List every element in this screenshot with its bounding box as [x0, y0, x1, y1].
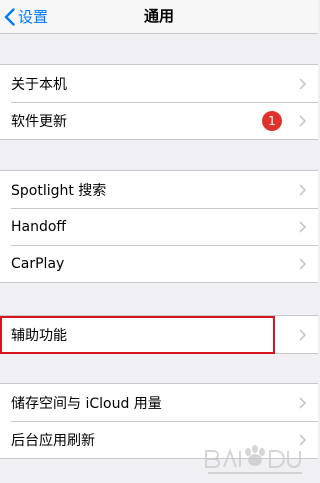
- chevron-right-icon: [299, 328, 306, 341]
- update-count-badge: 1: [262, 110, 282, 131]
- navigation-bar: 设置 通用: [0, 0, 318, 34]
- settings-group-about: 关于本机 软件更新 1: [0, 64, 318, 140]
- settings-row-storage-icloud[interactable]: 储存空间与 iCloud 用量: [0, 384, 318, 421]
- settings-row-software-update[interactable]: 软件更新 1: [0, 102, 318, 139]
- row-label: Spotlight 搜索: [11, 182, 107, 199]
- settings-group-accessibility: 辅助功能: [0, 315, 318, 354]
- settings-group-continuity: Spotlight 搜索 Handoff CarPlay: [0, 170, 318, 283]
- settings-row-accessibility[interactable]: 辅助功能: [0, 316, 318, 353]
- row-label: 储存空间与 iCloud 用量: [11, 395, 162, 412]
- settings-group-storage: 储存空间与 iCloud 用量 后台应用刷新: [0, 383, 318, 459]
- chevron-left-icon: [4, 7, 15, 26]
- row-label: 辅助功能: [11, 327, 67, 344]
- chevron-right-icon: [299, 433, 306, 446]
- row-label: 关于本机: [11, 76, 67, 93]
- back-button-label: 设置: [18, 8, 49, 26]
- settings-row-about[interactable]: 关于本机: [0, 65, 318, 102]
- back-button[interactable]: 设置: [4, 0, 48, 33]
- chevron-right-icon: [299, 220, 306, 233]
- chevron-right-icon: [299, 257, 306, 270]
- chevron-right-icon: [299, 77, 306, 90]
- row-label: CarPlay: [11, 255, 65, 272]
- chevron-right-icon: [299, 183, 306, 196]
- chevron-right-icon: [299, 114, 306, 127]
- row-label: 软件更新: [11, 113, 67, 130]
- chevron-right-icon: [299, 396, 306, 409]
- row-label: 后台应用刷新: [11, 432, 95, 449]
- settings-row-spotlight[interactable]: Spotlight 搜索: [0, 171, 318, 208]
- row-label: Handoff: [11, 218, 67, 235]
- settings-row-background-refresh[interactable]: 后台应用刷新: [0, 421, 318, 458]
- settings-row-carplay[interactable]: CarPlay: [0, 245, 318, 282]
- settings-row-handoff[interactable]: Handoff: [0, 208, 318, 245]
